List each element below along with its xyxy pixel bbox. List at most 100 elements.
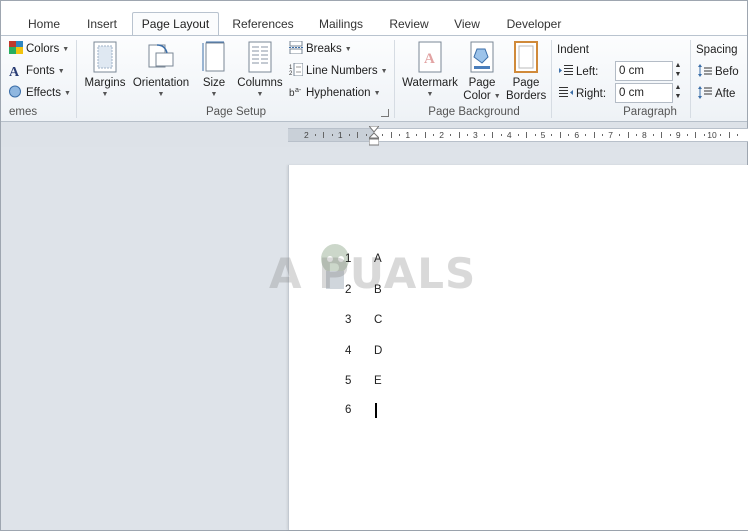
chevron-down-icon: ▼ [373,90,381,97]
columns-button[interactable]: Columns ▼ [235,41,285,99]
document-line: B [374,284,382,296]
ruler-number-label: 7 [608,130,613,140]
ruler-quarter-dot [635,134,637,136]
chevron-down-icon: ▼ [426,91,434,98]
ruler-quarter-dot [365,134,367,136]
ruler-half-tick [492,132,494,138]
indent-title: Indent [557,44,589,56]
size-label: Size [202,77,226,89]
orientation-button[interactable]: Orientation ▼ [128,41,194,99]
themes-group-label: emes [9,106,38,118]
document-line: A [374,253,382,265]
ruler-half-tick [627,132,629,138]
ruler-half-tick [661,132,663,138]
page-borders-button[interactable]: Page Borders [506,41,546,103]
ruler-quarter-dot [652,134,654,136]
ruler-quarter-dot [382,134,384,136]
document-page[interactable]: A PUALS 1 A 2 B 3 C 4 D 5 E 6 [269,165,748,530]
ruler-number-label: 8 [642,130,647,140]
ruler-number-label: 6 [574,130,580,140]
margins-icon [91,41,119,73]
ruler-number-label: 1 [405,130,411,140]
theme-fonts-label: Fonts [26,65,55,77]
tab-insert[interactable]: Insert [79,13,125,37]
ribbon: Colors ▼ A Fonts ▼ Effects ▼ emes Margins ▼ … [1,35,747,122]
group-divider [76,40,77,118]
ruler-quarter-dot [500,134,502,136]
group-divider [551,40,552,118]
line-numbers-label: Line Numbers [306,65,378,77]
ruler-half-tick [559,132,561,138]
chevron-down-icon: ▼ [62,46,70,53]
page-color-label: Page Color ▼ [463,77,501,102]
ruler-quarter-dot [585,134,587,136]
indent-left-label: Left: [559,63,598,81]
tab-page-layout[interactable]: Page Layout [132,12,219,37]
page-color-icon [468,41,496,73]
hyphenation-label: Hyphenation [306,87,371,99]
document-line: D [374,345,383,357]
page-borders-icon [512,41,540,73]
chevron-down-icon: ▼ [256,91,264,98]
size-button[interactable]: Size ▼ [197,41,231,99]
theme-fonts-button[interactable]: A Fonts ▼ [9,62,65,80]
ruler-number-label: 5 [540,130,546,140]
line-numbers-button[interactable]: 12 Line Numbers ▼ [289,62,388,80]
page-setup-dialog-launcher-icon[interactable] [381,109,389,117]
tab-references[interactable]: References [227,13,299,37]
text-cursor [375,403,377,418]
indent-left-spinner[interactable]: ▲ ▼ [671,61,685,81]
chevron-down-icon: ▼ [57,68,65,75]
line-number: 3 [345,314,352,326]
indent-right-spinner[interactable]: ▲ ▼ [671,83,685,103]
chevron-down-icon: ▼ [344,46,352,53]
indent-marker-icon[interactable] [367,125,381,146]
horizontal-ruler[interactable]: 2 1 1 2 3 4 5 6 7 8 9 10 [288,128,748,142]
columns-icon [246,41,274,73]
ruler-quarter-dot [703,134,705,136]
indent-right-input[interactable]: 0 cm [615,83,673,103]
indent-left-icon [559,64,573,77]
ruler-number-label: 2 [304,130,309,140]
ruler-half-tick [728,132,730,138]
ruler-half-tick [458,132,460,138]
ruler-number-label: 10 [707,130,717,140]
tab-developer[interactable]: Developer [498,13,570,37]
ruler-quarter-dot [568,134,570,136]
theme-fonts-icon: A [9,65,20,80]
svg-text:a-: a- [295,87,302,94]
ruler-half-tick [526,132,528,138]
theme-colors-button[interactable]: Colors ▼ [9,40,69,58]
tab-home[interactable]: Home [19,13,69,37]
theme-colors-icon [9,41,23,54]
tab-view[interactable]: View [447,13,487,37]
spacing-after-icon [698,86,712,99]
theme-colors-label: Colors [26,43,60,55]
hyphenation-button[interactable]: b a- Hyphenation ▼ [289,84,381,102]
tab-mailings[interactable]: Mailings [311,13,371,37]
ruler-number-label: 3 [473,130,478,140]
watermark-icon: A [416,41,444,73]
horizontal-ruler-area: 2 1 1 2 3 4 5 6 7 8 9 10 [1,122,748,147]
ruler-quarter-dot [551,134,553,136]
page-color-button[interactable]: Page Color ▼ [461,41,503,103]
margins-button[interactable]: Margins ▼ [81,41,129,99]
line-number: 2 [345,284,352,296]
watermark-button[interactable]: A Watermark ▼ [400,41,460,99]
chevron-down-icon: ▼ [101,91,109,98]
theme-effects-label: Effects [26,87,61,99]
ruler-quarter-dot [331,134,333,136]
document-line: C [374,314,383,326]
chevron-down-icon: ▼ [380,68,388,75]
ruler-quarter-dot [314,134,316,136]
breaks-label: Breaks [306,43,342,55]
tab-review[interactable]: Review [383,13,435,37]
spacing-before-icon [698,64,712,77]
theme-effects-button[interactable]: Effects ▼ [9,84,71,102]
document-line: E [374,375,382,387]
theme-effects-icon [9,85,23,98]
breaks-button[interactable]: Breaks ▼ [289,40,352,58]
indent-right-label: Right: [559,85,606,103]
ruler-quarter-dot [619,134,621,136]
indent-left-input[interactable]: 0 cm [615,61,673,81]
